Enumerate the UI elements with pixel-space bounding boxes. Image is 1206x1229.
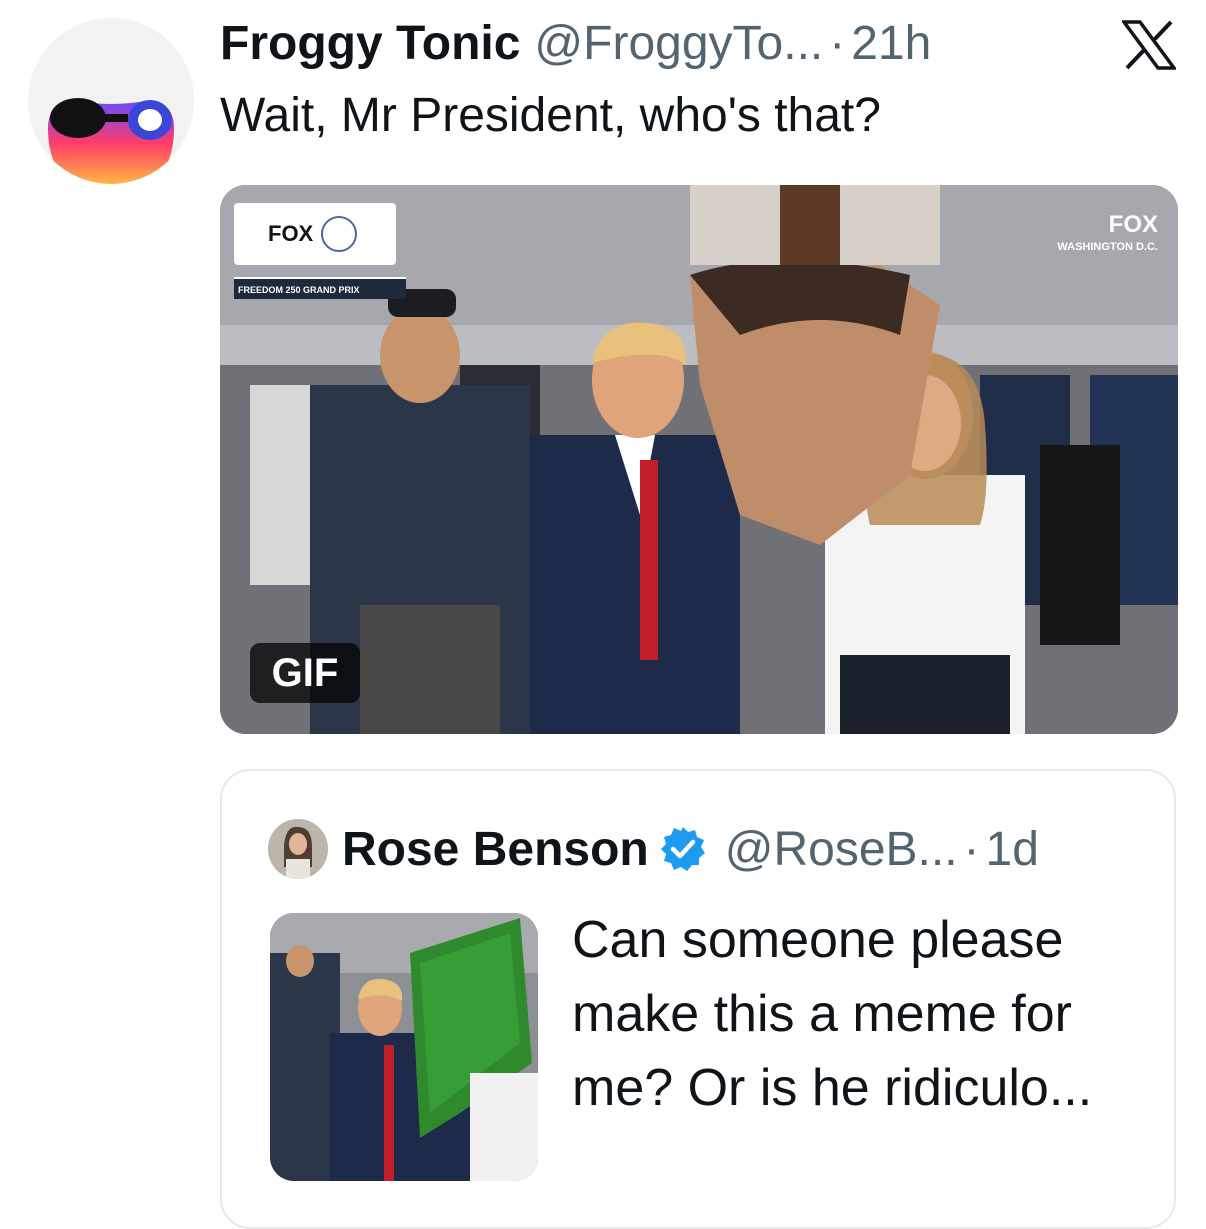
quoted-tweet-card[interactable]: Rose Benson @RoseB... · 1d Can someone p… <box>220 769 1176 1229</box>
fox-logo-text: FOX <box>268 221 314 246</box>
fox-network-badge: FOX <box>234 203 396 265</box>
tweet-timestamp[interactable]: 21h <box>851 16 931 71</box>
fox-corner-location: WASHINGTON D.C. <box>1057 241 1158 253</box>
quoted-tweet-header: Rose Benson @RoseB... · 1d <box>268 817 1039 881</box>
quoted-author-handle[interactable]: @RoseB... <box>725 822 958 877</box>
quoted-scene-image <box>270 913 538 1181</box>
gif-badge: GIF <box>250 643 360 703</box>
person-avatar-icon <box>268 819 328 879</box>
tweet-text: Wait, Mr President, who's that? <box>220 89 881 142</box>
race-caption: FREEDOM 250 GRAND PRIX <box>234 277 406 299</box>
tweet-header: Froggy Tonic @FroggyTo... · 21h <box>220 14 931 72</box>
verified-badge-icon <box>660 827 705 871</box>
quoted-tweet-text: Can someone please make this a meme for … <box>572 911 1093 1117</box>
frog-sunglasses-avatar-icon <box>28 18 194 184</box>
quoted-author-avatar[interactable] <box>268 819 328 879</box>
x-logo-icon <box>1122 20 1176 70</box>
quoted-separator-dot: · <box>963 822 980 876</box>
tweet-media-gif[interactable]: FOX FREEDOM 250 GRAND PRIX FOX WASHINGTO… <box>220 185 1178 734</box>
author-avatar[interactable] <box>28 18 194 184</box>
indycar-logo-icon <box>321 216 358 252</box>
quoted-tweet-timestamp[interactable]: 1d <box>986 822 1039 877</box>
fox-corner-bug: FOX WASHINGTON D.C. <box>1057 211 1158 253</box>
author-handle[interactable]: @FroggyTo... <box>534 16 823 71</box>
fox-corner-logo: FOX <box>1108 211 1158 238</box>
quoted-media-thumbnail[interactable] <box>270 913 538 1181</box>
author-name[interactable]: Froggy Tonic <box>220 16 520 71</box>
quoted-author-name[interactable]: Rose Benson <box>342 822 649 877</box>
separator-dot: · <box>829 16 846 70</box>
gif-scene-image <box>220 185 1178 734</box>
